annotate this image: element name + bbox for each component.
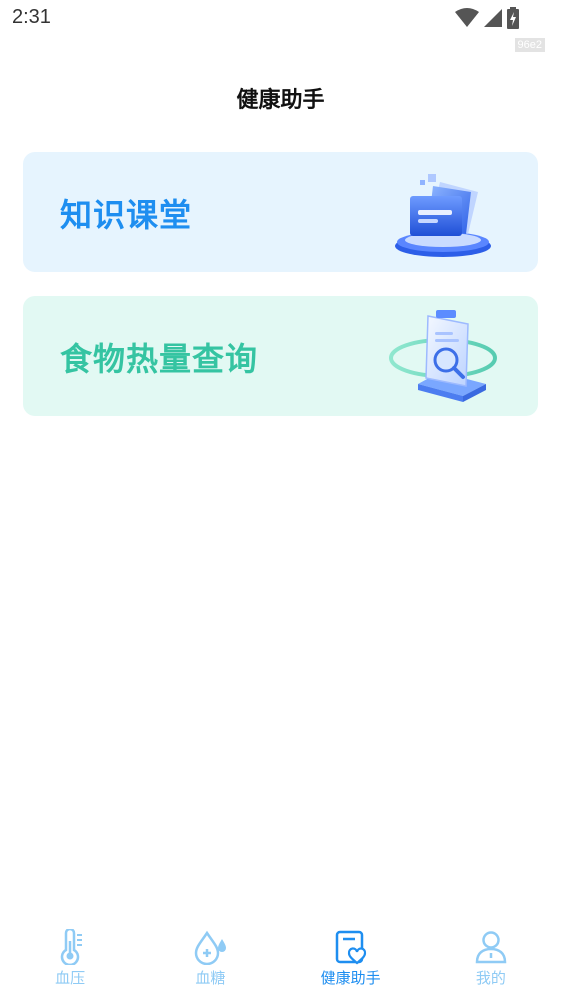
cell-signal-icon [484,9,502,27]
food-calorie-card[interactable]: 食物热量查询 [23,296,538,416]
document-search-icon [389,310,497,402]
folder-documents-icon [395,174,491,257]
nav-item-blood-sugar[interactable]: 血糖 [140,921,280,999]
nav-item-blood-pressure[interactable]: 血压 [0,921,140,999]
nav-label-blood-sugar: 血糖 [195,969,226,987]
status-bar: 2:31 96e2 [0,0,561,52]
knowledge-class-card[interactable]: 知识课堂 [23,152,538,272]
status-time: 2:31 [12,6,51,28]
heart-document-icon [335,930,366,965]
knowledge-class-label: 知识课堂 [60,196,193,234]
wifi-icon [455,8,479,27]
blood-drop-icon [195,930,227,965]
nav-label-blood-pressure: 血压 [55,969,86,987]
user-icon [475,931,507,964]
battery-icon [507,7,519,29]
nav-item-mine[interactable]: 我的 [421,921,561,999]
thermometer-icon [60,929,83,965]
status-icons [455,6,519,30]
page-title: 健康助手 [236,88,325,113]
nav-item-health-assistant[interactable]: 健康助手 [281,921,421,999]
nav-label-health-assistant: 健康助手 [320,969,381,987]
bottom-nav: 血压 血糖 健康助手 我的 [0,921,561,999]
nav-label-mine: 我的 [475,969,506,987]
build-tag: 96e2 [514,38,545,52]
food-calorie-label: 食物热量查询 [60,340,259,378]
screen: 2:31 96e2 健康助手 知识课堂 食物热量查询 血压 血糖 健康助手 我的 [0,0,561,999]
